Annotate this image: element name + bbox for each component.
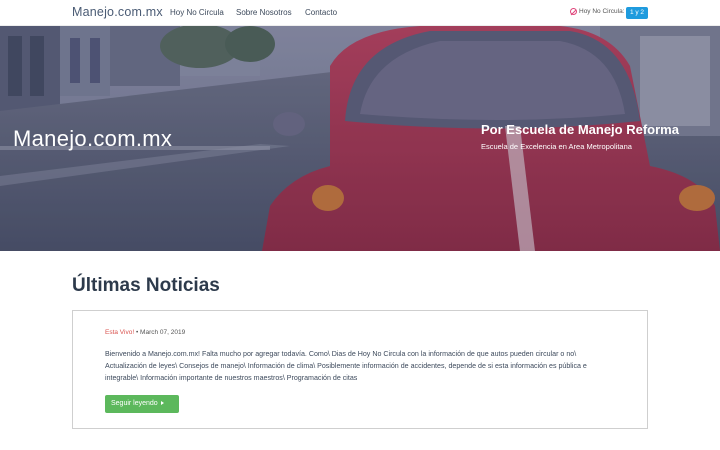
hero-title: Manejo.com.mx xyxy=(13,126,173,151)
news-heading: Últimas Noticias xyxy=(72,275,220,296)
nav-hoy-no-circula[interactable]: Hoy No Circula xyxy=(170,8,224,17)
post-author-link[interactable]: Esta Vivo! xyxy=(105,329,134,336)
hero-tagline: Escuela de Excelencia en Area Metropolit… xyxy=(481,142,632,151)
post-meta: Esta Vivo! • March 07, 2019 xyxy=(105,329,185,336)
nav-sobre-nosotros[interactable]: Sobre Nosotros xyxy=(236,8,292,17)
status-badge: 1 y 2 xyxy=(626,7,648,19)
hoy-no-circula-status: Hoy No Circula: xyxy=(570,8,625,15)
read-more-button[interactable]: Seguir leyendo xyxy=(105,395,179,413)
post-date: March 07, 2019 xyxy=(140,329,186,336)
read-more-label: Seguir leyendo xyxy=(111,400,158,407)
hero-banner: Manejo.com.mx Por Escuela de Manejo Refo… xyxy=(0,26,720,251)
news-card: Esta Vivo! • March 07, 2019 Bienvenido a… xyxy=(72,310,648,429)
nav-contacto[interactable]: Contacto xyxy=(305,8,337,17)
ban-icon xyxy=(570,8,577,15)
post-excerpt: Bienvenido a Manejo.com.mx! Falta mucho … xyxy=(105,350,587,382)
navbar: Manejo.com.mx Hoy No Circula Sobre Nosot… xyxy=(0,0,720,26)
caret-right-icon xyxy=(160,401,164,406)
status-label: Hoy No Circula: xyxy=(579,8,625,15)
brand-link[interactable]: Manejo.com.mx xyxy=(72,5,163,19)
hero-subtitle: Por Escuela de Manejo Reforma xyxy=(481,122,679,137)
